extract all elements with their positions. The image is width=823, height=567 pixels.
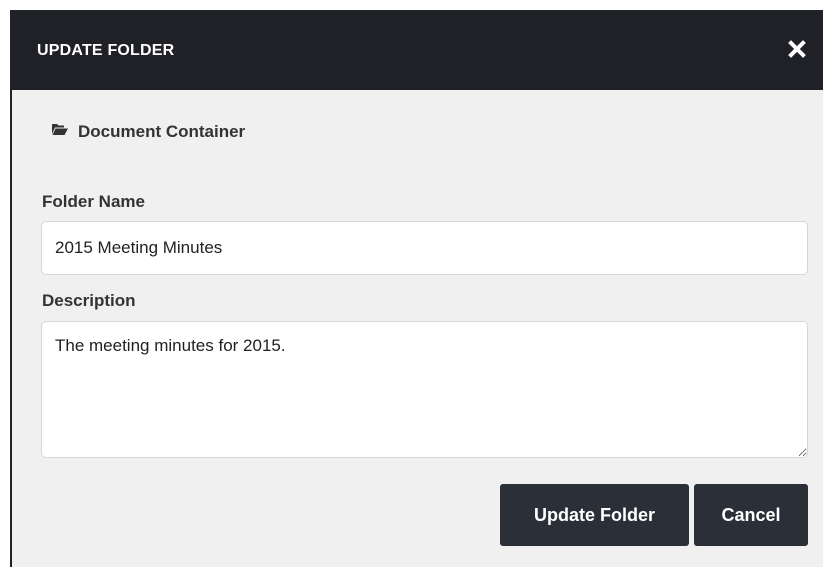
folder-open-icon — [52, 123, 68, 141]
close-icon[interactable] — [785, 36, 809, 62]
dialog-title: UPDATE FOLDER — [37, 42, 175, 59]
dialog-header: UPDATE FOLDER — [12, 12, 823, 90]
folder-name-label: Folder Name — [42, 192, 145, 211]
folder-name-input[interactable] — [41, 221, 808, 275]
update-folder-button[interactable]: Update Folder — [500, 484, 689, 546]
breadcrumb-label: Document Container — [78, 122, 246, 141]
cancel-button[interactable]: Cancel — [694, 484, 808, 546]
update-folder-dialog: UPDATE FOLDER Document Container Folder … — [10, 10, 823, 567]
description-label: Description — [42, 291, 136, 310]
description-textarea[interactable]: The meeting minutes for 2015. — [41, 321, 808, 458]
breadcrumb: Document Container — [52, 122, 245, 142]
